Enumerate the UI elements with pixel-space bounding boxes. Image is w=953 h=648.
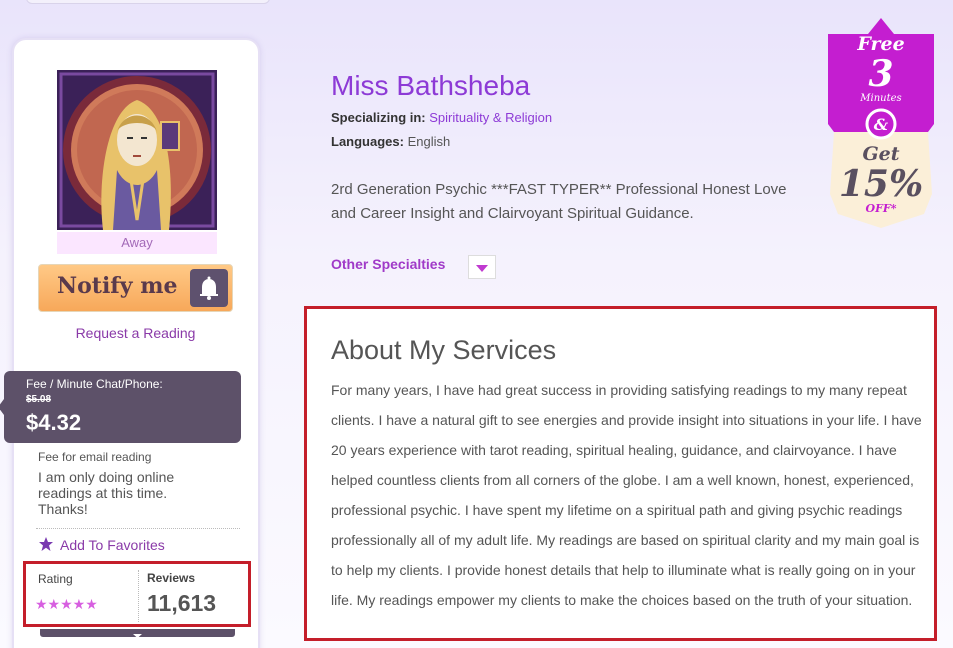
about-text: For many years, I have had great success… (331, 382, 922, 608)
notify-me-label: Notify me (57, 273, 178, 299)
fee-label: Fee / Minute Chat/Phone: (26, 377, 163, 391)
star-icon (39, 537, 53, 551)
promo-percent: 15% (839, 163, 923, 205)
reviews-count: 11,613 (147, 590, 217, 616)
promo-get: Get (862, 143, 899, 165)
rating-separator (138, 570, 139, 622)
specializing-label: Specializing in: (331, 110, 426, 125)
rating-label: Rating (38, 572, 73, 586)
specialty-line: Specializing in: Spirituality & Religion (331, 110, 552, 125)
divider (36, 528, 240, 529)
other-specialties-dropdown[interactable] (468, 255, 496, 279)
advisor-name: Miss Bathsheba (331, 70, 531, 101)
bell-icon (190, 269, 228, 307)
add-to-favorites-link[interactable]: Add To Favorites (38, 536, 165, 553)
rating-reviews-box: Rating ★★★★★ Reviews 11,613 (23, 561, 251, 627)
top-edge-tab (26, 0, 270, 4)
reviews-label: Reviews (147, 571, 196, 585)
about-title: About My Services (331, 335, 557, 365)
other-specialties-toggle[interactable]: Other Specialties (331, 256, 445, 272)
current-price: $4.32 (26, 410, 82, 435)
expand-bar[interactable] (40, 629, 235, 638)
status-badge: Away (57, 232, 217, 254)
about-services-section: About My Services For many years, I have… (304, 306, 937, 641)
notify-me-button[interactable]: Notify me (38, 264, 233, 312)
languages-label: Languages: (331, 134, 404, 149)
old-price: $5.08 (26, 394, 52, 405)
chevron-down-icon (133, 634, 142, 638)
promo-off: OFF* (866, 202, 897, 215)
email-fee-label: Fee for email reading (38, 450, 152, 464)
request-reading-link[interactable]: Request a Reading (38, 325, 233, 341)
languages-line: Languages: English (331, 134, 450, 149)
fee-pointer (0, 399, 4, 415)
promo-badge[interactable]: Free 3 Minutes & Get 15% OFF* (820, 14, 942, 234)
promo-minutes-label: Minutes (859, 93, 901, 104)
advisor-bio: 2rd Generation Psychic ***FAST TYPER** P… (331, 181, 787, 222)
email-fee-message: I am only doing online readings at this … (38, 469, 175, 517)
promo-free: Free (856, 33, 904, 55)
advisor-portrait (57, 70, 217, 230)
specialty-link[interactable]: Spirituality & Religion (429, 110, 552, 125)
chevron-down-icon (476, 265, 488, 272)
fee-panel: Fee / Minute Chat/Phone: $5.08 $4.32 (0, 371, 241, 443)
promo-amp: & (874, 115, 889, 134)
rating-stars: ★★★★★ (35, 596, 98, 612)
languages-value: English (407, 134, 451, 149)
favorites-label: Add To Favorites (60, 537, 165, 553)
promo-minutes-number: 3 (868, 53, 893, 95)
